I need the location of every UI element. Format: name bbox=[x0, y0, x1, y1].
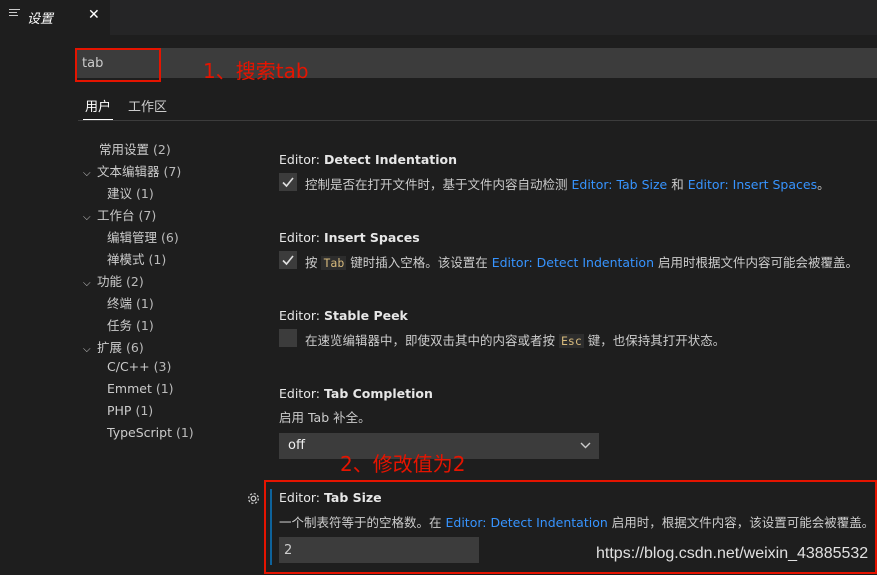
toc-item-extensions[interactable]: ⌵ 扩展 (6) bbox=[83, 337, 144, 356]
watermark: https://blog.csdn.net/weixin_43885532 bbox=[596, 545, 869, 562]
setting-title-tab-completion: Editor: Tab Completion bbox=[279, 386, 433, 401]
link-detect-indentation[interactable]: Editor: Detect Indentation bbox=[492, 255, 654, 270]
tab-user[interactable]: 用户 bbox=[82, 96, 114, 120]
toc-item-cpp[interactable]: C/C++ (3) bbox=[107, 359, 171, 374]
toc-item-label: 建议 bbox=[107, 186, 133, 201]
toc-item-count: (1) bbox=[155, 381, 174, 396]
chevron-down-icon bbox=[580, 442, 591, 449]
toc-item-php[interactable]: PHP (1) bbox=[107, 403, 153, 418]
toc-item-label: 编辑管理 bbox=[107, 230, 158, 245]
toc-item-count: (6) bbox=[161, 230, 179, 245]
toc-item-label: C/C++ bbox=[107, 359, 150, 374]
toc-item-count: (1) bbox=[136, 186, 154, 201]
insert-spaces-checkbox[interactable] bbox=[279, 251, 297, 269]
toc-item-count: (1) bbox=[175, 425, 194, 440]
settings-tab-title: 设置 bbox=[27, 12, 54, 27]
setting-desc-detect-indentation: 控制是否在打开文件时，基于文件内容自动检测 Editor: Tab Size 和… bbox=[305, 174, 830, 193]
toc-item-features[interactable]: ⌵ 功能 (2) bbox=[83, 271, 144, 290]
stable-peek-checkbox[interactable] bbox=[279, 329, 297, 347]
toc-item-suggestions[interactable]: 建议 (1) bbox=[107, 183, 154, 202]
toc-item-label: 工作台 bbox=[97, 208, 135, 223]
toc-item-editor-management[interactable]: 编辑管理 (6) bbox=[107, 227, 179, 246]
setting-name: Tab Completion bbox=[323, 386, 433, 401]
chevron-down-icon: ⌵ bbox=[83, 212, 91, 223]
toc-item-commonly-used[interactable]: 常用设置 (2) bbox=[99, 139, 171, 158]
toc-item-count: (7) bbox=[138, 208, 157, 223]
toc-item-zen-mode[interactable]: 禅模式 (1) bbox=[107, 249, 166, 268]
toc-item-workbench[interactable]: ⌵ 工作台 (7) bbox=[83, 205, 156, 224]
toc-item-count: (2) bbox=[126, 274, 144, 289]
toc-item-label: PHP bbox=[107, 403, 132, 418]
select-value: off bbox=[288, 438, 305, 453]
checkmark-icon bbox=[282, 255, 294, 266]
setting-name: Stable Peek bbox=[323, 308, 408, 323]
desc-text: 启用时根据文件内容可能会被覆盖。 bbox=[654, 255, 858, 270]
setting-title-insert-spaces: Editor: Insert Spaces bbox=[279, 230, 420, 245]
search-highlight-box bbox=[75, 48, 161, 82]
toc-item-typescript[interactable]: TypeScript (1) bbox=[107, 425, 194, 440]
chevron-down-icon: ⌵ bbox=[83, 344, 91, 355]
toc-item-count: (1) bbox=[136, 318, 154, 333]
search-input[interactable] bbox=[82, 53, 782, 73]
toc-item-label: 常用设置 bbox=[99, 142, 150, 157]
inline-code: Tab bbox=[321, 256, 347, 270]
desc-text: 。 bbox=[817, 177, 830, 192]
toc-item-label: 扩展 bbox=[97, 340, 123, 355]
setting-category: Editor: bbox=[279, 386, 324, 401]
setting-title-stable-peek: Editor: Stable Peek bbox=[279, 308, 408, 323]
detect-indentation-checkbox[interactable] bbox=[279, 173, 297, 191]
toc-item-count: (1) bbox=[148, 252, 167, 267]
setting-name: Detect Indentation bbox=[323, 152, 458, 167]
toc-item-label: 禅模式 bbox=[107, 252, 145, 267]
toc-item-emmet[interactable]: Emmet (1) bbox=[107, 381, 174, 396]
desc-text: 控制是否在打开文件时，基于文件内容自动检测 bbox=[305, 177, 572, 192]
setting-desc-stable-peek: 在速览编辑器中，即使双击其中的内容或者按 Esc 键，也保持其打开状态。 bbox=[305, 330, 725, 349]
toc-item-count: (1) bbox=[136, 296, 154, 311]
inline-code: Esc bbox=[558, 334, 584, 348]
link-insert-spaces[interactable]: Editor: Insert Spaces bbox=[688, 177, 817, 192]
link-tab-size[interactable]: Editor: Tab Size bbox=[571, 177, 667, 192]
toc-item-count: (6) bbox=[126, 340, 144, 355]
annotation-step1: 1、搜索tab bbox=[203, 59, 309, 83]
annotation-step2: 2、修改值为2 bbox=[340, 452, 466, 476]
editor-tab-bar: 设置 ✕ bbox=[0, 0, 877, 35]
setting-category: Editor: bbox=[279, 152, 324, 167]
setting-desc-insert-spaces: 按 Tab 键时插入空格。该设置在 Editor: Detect Indenta… bbox=[305, 252, 858, 271]
desc-text: 按 bbox=[305, 255, 322, 270]
settings-search-box[interactable] bbox=[75, 48, 877, 78]
toc-item-count: (3) bbox=[153, 359, 172, 374]
divider bbox=[78, 120, 877, 121]
desc-text: 和 bbox=[667, 177, 688, 192]
chevron-down-icon: ⌵ bbox=[83, 278, 91, 289]
toc-item-label: 文本编辑器 bbox=[97, 164, 160, 179]
setting-name: Insert Spaces bbox=[323, 230, 420, 245]
toc-item-label: 功能 bbox=[97, 274, 123, 289]
toc-item-count: (1) bbox=[135, 403, 154, 418]
toc-item-tasks[interactable]: 任务 (1) bbox=[107, 315, 154, 334]
toc-item-label: TypeScript bbox=[107, 425, 172, 440]
close-icon[interactable]: ✕ bbox=[88, 7, 100, 23]
settings-tab[interactable]: 设置 ✕ bbox=[0, 0, 110, 35]
chevron-down-icon: ⌵ bbox=[83, 168, 91, 179]
gear-icon[interactable] bbox=[246, 491, 261, 506]
setting-category: Editor: bbox=[279, 308, 324, 323]
toc-item-label: Emmet bbox=[107, 381, 152, 396]
toc-item-label: 任务 bbox=[107, 318, 133, 333]
checkmark-icon bbox=[282, 177, 294, 188]
setting-category: Editor: bbox=[279, 230, 324, 245]
desc-text: 在速览编辑器中，即使双击其中的内容或者按 bbox=[305, 333, 559, 348]
desc-text: 键时插入空格。该设置在 bbox=[346, 255, 492, 270]
setting-title-detect-indentation: Editor: Detect Indentation bbox=[279, 152, 457, 167]
tab-workspace[interactable]: 工作区 bbox=[128, 96, 167, 115]
desc-text: 键，也保持其打开状态。 bbox=[583, 333, 726, 348]
settings-list-icon bbox=[9, 9, 20, 20]
toc-item-text-editor[interactable]: ⌵ 文本编辑器 (7) bbox=[83, 161, 181, 180]
toc-item-count: (2) bbox=[153, 142, 171, 157]
toc-item-terminal[interactable]: 终端 (1) bbox=[107, 293, 154, 312]
toc-item-label: 终端 bbox=[107, 296, 133, 311]
toc-item-count: (7) bbox=[163, 164, 182, 179]
setting-desc-tab-completion: 启用 Tab 补全。 bbox=[279, 410, 371, 425]
